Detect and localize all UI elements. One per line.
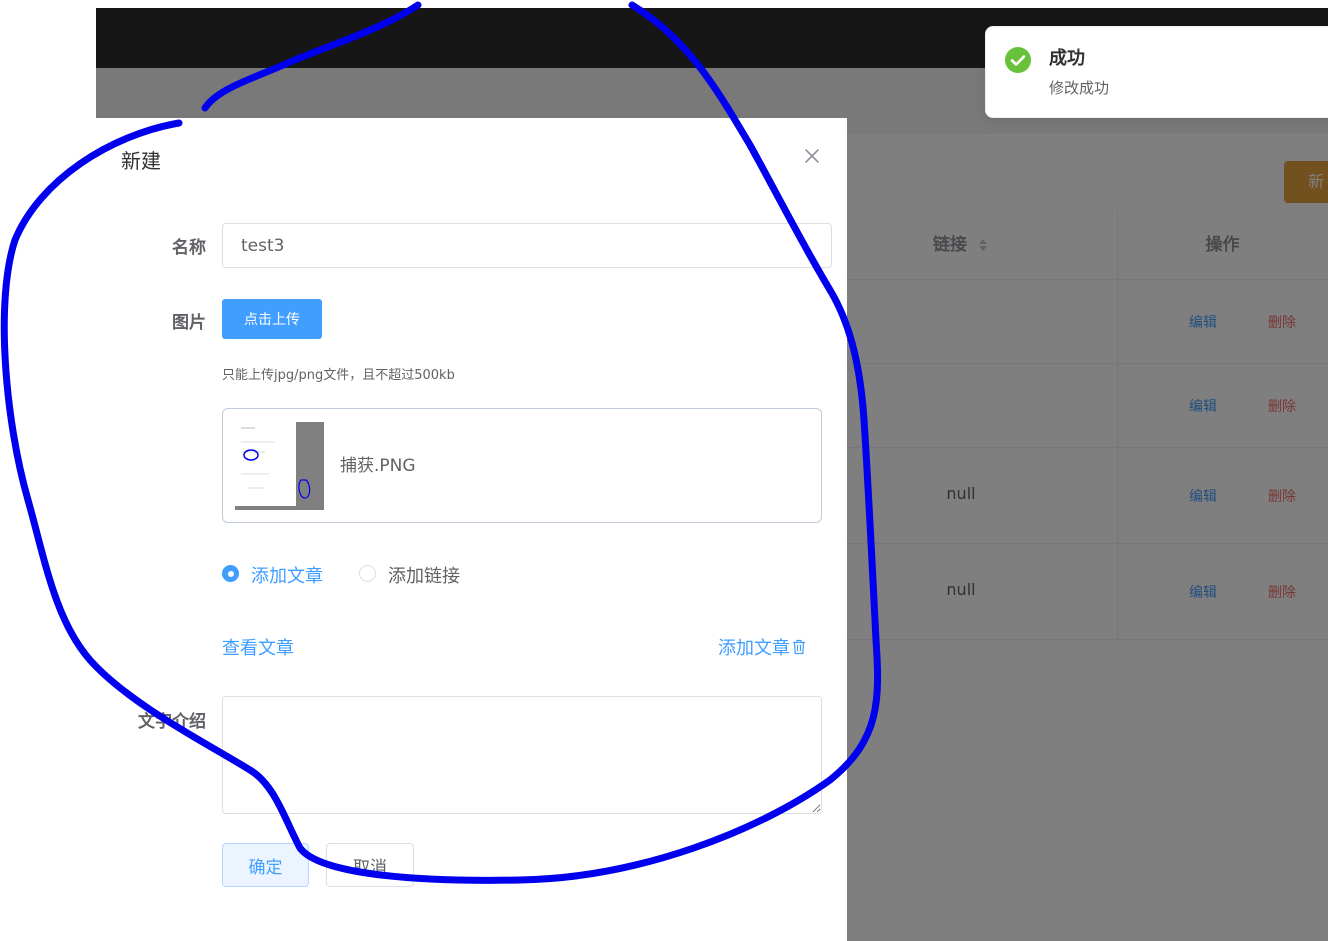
upload-button[interactable]: 点击上传 bbox=[222, 299, 322, 339]
intro-label: 文字介绍 bbox=[138, 712, 206, 732]
close-icon[interactable] bbox=[799, 143, 825, 169]
new-item-dialog: 新建 名称 图片 点击上传 只能上传jpg/png文件，且不超过500kb bbox=[96, 118, 847, 941]
uploaded-file-item[interactable]: 捕获.PNG bbox=[222, 408, 822, 523]
toast-message: 修改成功 bbox=[1049, 79, 1110, 97]
radio-add-article-label: 添加文章 bbox=[251, 566, 323, 587]
radio-unchecked-icon bbox=[359, 565, 376, 582]
radio-add-link-label: 添加链接 bbox=[388, 566, 460, 587]
radio-checked-icon bbox=[222, 565, 239, 582]
trash-icon[interactable] bbox=[792, 639, 806, 655]
view-article-link[interactable]: 查看文章 bbox=[222, 634, 294, 660]
dialog-title: 新建 bbox=[121, 149, 161, 173]
file-thumbnail bbox=[235, 422, 324, 510]
upload-tip: 只能上传jpg/png文件，且不超过500kb bbox=[222, 368, 455, 383]
check-circle-icon bbox=[1005, 47, 1031, 73]
cancel-button[interactable]: 取消 bbox=[326, 843, 414, 887]
screen: 新 链接 操作 编辑 删除 编辑 删除 bbox=[0, 0, 1328, 941]
success-toast: 成功 修改成功 bbox=[985, 26, 1328, 118]
name-label: 名称 bbox=[172, 238, 206, 258]
add-article-link[interactable]: 添加文章 bbox=[718, 634, 806, 660]
toast-title: 成功 bbox=[1049, 48, 1085, 69]
intro-textarea[interactable] bbox=[222, 696, 822, 814]
name-input[interactable] bbox=[222, 223, 832, 268]
image-label: 图片 bbox=[172, 313, 206, 333]
confirm-button[interactable]: 确定 bbox=[222, 843, 309, 887]
file-name: 捕获.PNG bbox=[340, 456, 416, 476]
add-article-link-label: 添加文章 bbox=[718, 638, 790, 659]
